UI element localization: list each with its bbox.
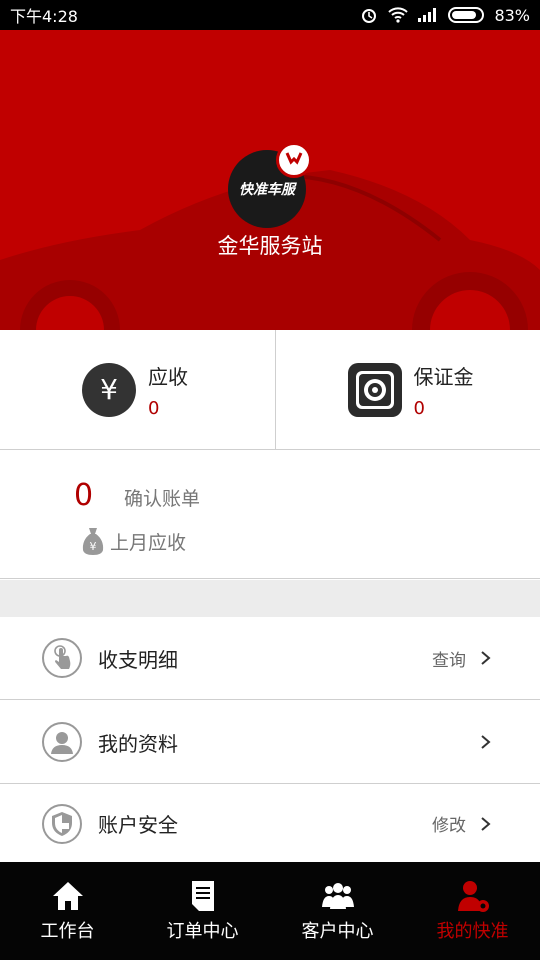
nav-label-my-kuaizhun: 我的快准	[436, 921, 509, 942]
profile-header: 快准车服 金华服务站	[0, 30, 540, 330]
menu-item-profile[interactable]: 我的资料	[0, 701, 540, 784]
chevron-right-icon	[481, 735, 491, 749]
user-gear-icon	[457, 881, 489, 912]
bottom-navigation: 工作台 订单中心 客户中心 我的快准	[0, 862, 540, 960]
bill-count: 0	[74, 478, 94, 513]
menu-label-security: 账户安全	[98, 813, 178, 837]
receivable-value: 0	[148, 397, 160, 419]
shield-icon	[42, 803, 82, 844]
deposit-value: 0	[413, 397, 425, 419]
yen-icon: ¥	[82, 362, 136, 417]
nav-item-workbench[interactable]: 工作台	[0, 862, 135, 960]
menu-item-transactions[interactable]: 收支明细 查询	[0, 617, 540, 700]
last-month-label: 上月应收	[110, 531, 187, 554]
nav-item-my-kuaizhun[interactable]: 我的快准	[405, 862, 540, 960]
menu-item-security[interactable]: 账户安全 修改	[0, 785, 540, 862]
svg-text:¥: ¥	[90, 540, 97, 553]
receivable-card[interactable]: ¥ 应收 0	[0, 330, 276, 449]
bill-section[interactable]: 0 确认账单 ¥ 上月应收	[0, 450, 540, 579]
document-icon	[191, 881, 214, 911]
nav-label-orders: 订单中心	[166, 921, 239, 942]
menu-label-transactions: 收支明细	[98, 647, 178, 672]
alarm-icon	[362, 9, 377, 23]
chevron-right-icon	[481, 816, 491, 831]
user-icon	[42, 722, 82, 762]
status-bar: 下午4:28 83%	[0, 0, 540, 30]
section-divider	[0, 580, 540, 617]
receivable-label: 应收	[148, 364, 188, 389]
menu-action-query: 查询	[432, 650, 466, 671]
brand-logo-text: 快准车服	[239, 182, 295, 198]
status-time: 下午4:28	[10, 7, 78, 26]
chevron-right-icon	[481, 651, 491, 665]
money-bag-icon: ¥	[82, 528, 104, 555]
hands-badge-icon	[276, 142, 312, 178]
deposit-card[interactable]: 保证金 0	[276, 330, 540, 449]
nav-item-customers[interactable]: 客户中心	[270, 862, 405, 960]
battery-icon	[448, 7, 485, 23]
wifi-icon	[388, 7, 409, 23]
touch-icon	[42, 638, 82, 678]
nav-label-customers: 客户中心	[301, 921, 374, 942]
deposit-label: 保证金	[413, 364, 474, 389]
nav-label-workbench: 工作台	[40, 921, 95, 942]
safe-icon	[347, 362, 402, 417]
nav-item-orders[interactable]: 订单中心	[135, 862, 270, 960]
account-summary: ¥ 应收 0 保证金 0	[0, 330, 540, 450]
home-icon	[52, 882, 83, 910]
signal-icon	[418, 8, 437, 22]
users-icon	[321, 883, 354, 909]
station-name: 金华服务站	[217, 234, 323, 258]
menu-action-modify: 修改	[432, 816, 466, 836]
menu-label-profile: 我的资料	[98, 731, 178, 756]
battery-percent: 83%	[494, 5, 530, 25]
last-month-receivable: ¥ 上月应收	[80, 526, 186, 556]
confirm-bill-label: 确认账单	[124, 488, 201, 510]
